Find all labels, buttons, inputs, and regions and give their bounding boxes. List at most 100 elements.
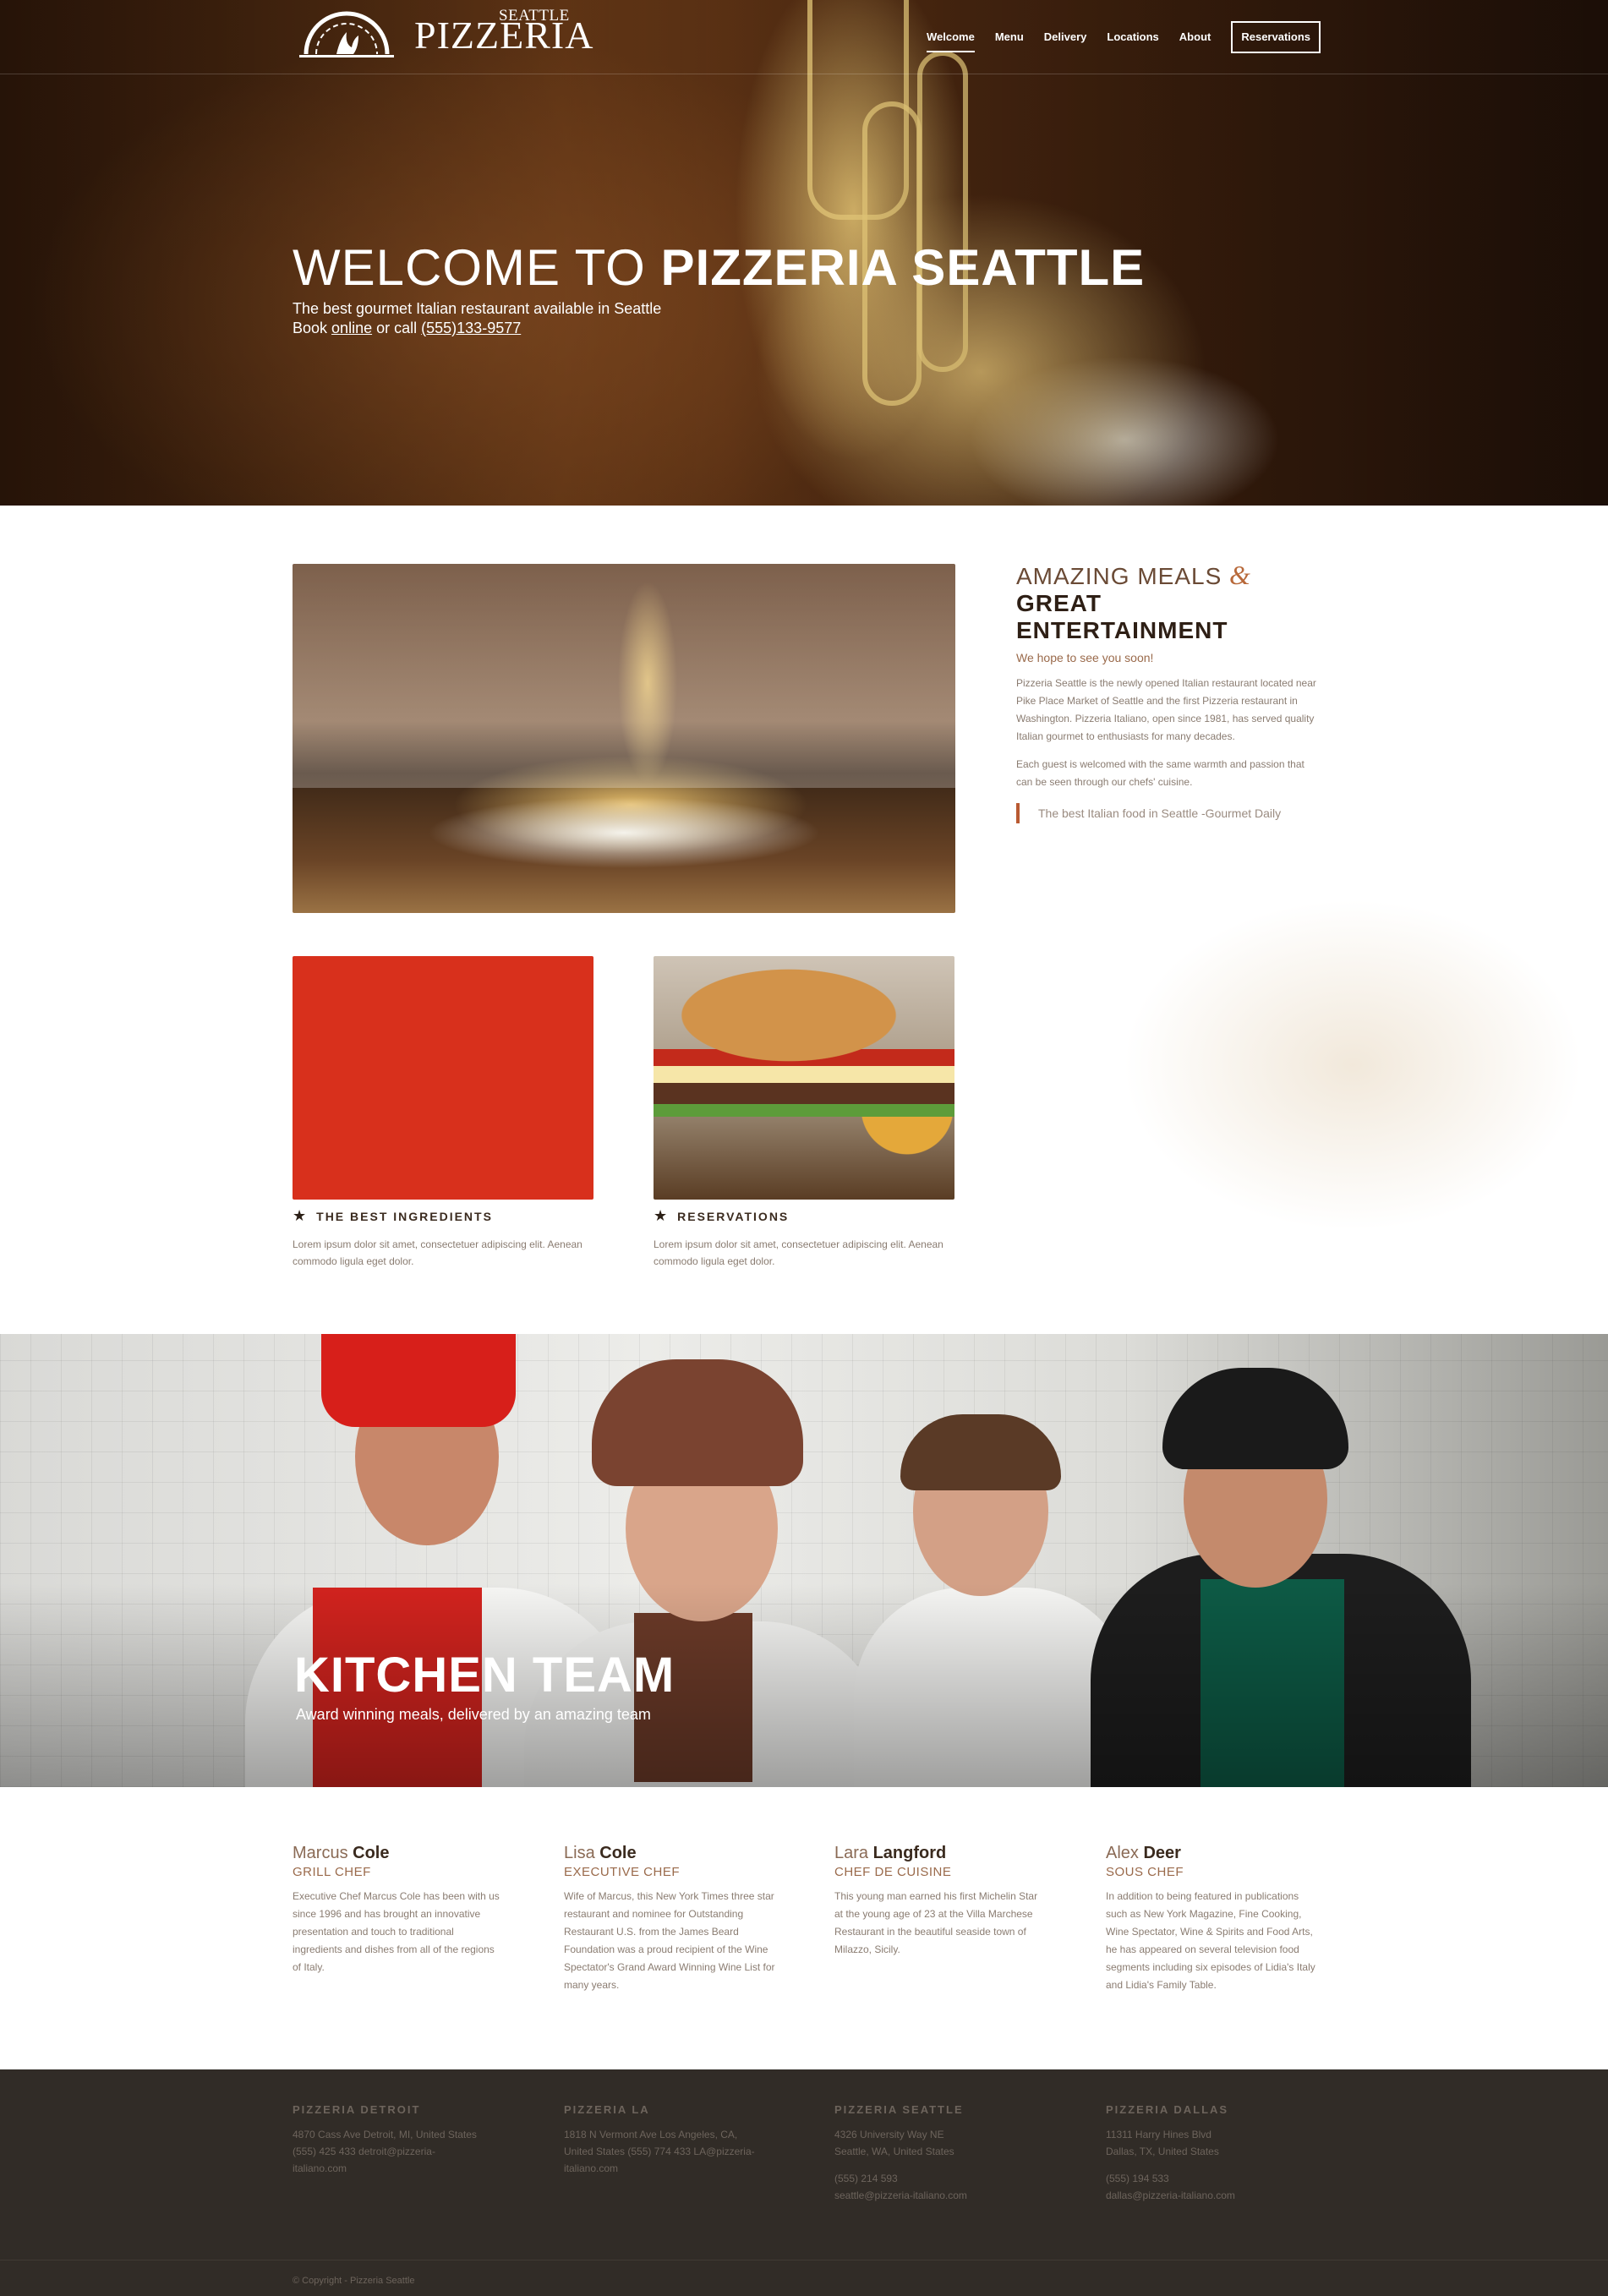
hero-booking-line: Book online or call (555)133-9577 <box>293 319 661 338</box>
team-title: KITCHEN TEAM <box>294 1647 675 1703</box>
location-details: 11311 Harry Hines Blvd Dallas, TX, Unite… <box>1106 2126 1317 2204</box>
about-quote: The best Italian food in Seattle -Gourme… <box>1016 803 1321 823</box>
staff-card: Alex Deer SOUS CHEF In addition to being… <box>1106 1843 1317 1994</box>
location-line: 1818 N Vermont Ave Los Angeles, CA, <box>564 2129 738 2140</box>
staff-last-name: Cole <box>599 1844 637 1862</box>
location-phone[interactable]: (555) 214 593 <box>834 2170 1046 2187</box>
location-line: Dallas, TX, United States <box>1106 2146 1219 2157</box>
pizza-photo <box>293 956 593 1200</box>
pasta-photo <box>293 564 955 913</box>
hero-banner: SEATTLE PIZZERIA Welcome Menu Delivery L… <box>0 0 1608 506</box>
staff-last-name: Cole <box>353 1844 390 1862</box>
feature-title: RESERVATIONS <box>677 1209 790 1223</box>
phone-link[interactable]: (555)133-9577 <box>421 320 521 336</box>
location-line: 4326 University Way NE <box>834 2129 944 2140</box>
burger-photo <box>654 956 954 1200</box>
about-title-light: AMAZING MEALS & <box>1016 561 1321 590</box>
site-header: SEATTLE PIZZERIA Welcome Menu Delivery L… <box>0 0 1608 74</box>
feature-text: Lorem ipsum dolor sit amet, consectetuer… <box>654 1238 943 1267</box>
location-dallas: PIZZERIA DALLAS 11311 Harry Hines Blvd D… <box>1106 2103 1317 2204</box>
about-title-light-text: AMAZING MEALS <box>1016 563 1222 589</box>
hero-title-bold: PIZZERIA SEATTLE <box>660 239 1146 296</box>
staff-name: Marcus Cole <box>293 1843 504 1863</box>
location-spacer <box>1106 2160 1317 2170</box>
logo-name-text: PIZZERIA <box>414 14 594 57</box>
about-block: AMAZING MEALS & GREAT ENTERTAINMENT We h… <box>1016 561 1321 823</box>
site-logo[interactable]: SEATTLE PIZZERIA <box>298 5 593 63</box>
staff-first-name: Marcus <box>293 1844 348 1862</box>
location-la: PIZZERIA LA 1818 N Vermont Ave Los Angel… <box>564 2103 775 2177</box>
staff-bio: Executive Chef Marcus Cole has been with… <box>293 1890 500 1973</box>
nav-locations[interactable]: Locations <box>1107 22 1158 52</box>
star-icon: ★ <box>654 1207 670 1224</box>
location-email[interactable]: dallas@pizzeria-italiano.com <box>1106 2187 1317 2204</box>
feature-text: Lorem ipsum dolor sit amet, consectetuer… <box>293 1238 582 1267</box>
pasta-photo-overlay <box>293 564 955 788</box>
location-line[interactable]: (555) 425 433 detroit@pizzeria- <box>293 2143 504 2160</box>
nav-menu[interactable]: Menu <box>995 22 1024 52</box>
about-paragraph: Each guest is welcomed with the same war… <box>1016 758 1304 788</box>
feature-reservations: ★ RESERVATIONS Lorem ipsum dolor sit ame… <box>654 1207 958 1270</box>
hero-title-light: WELCOME TO <box>293 239 646 296</box>
staff-bio: In addition to being featured in publica… <box>1106 1890 1315 1991</box>
staff-role: EXECUTIVE CHEF <box>564 1865 681 1879</box>
hero-title: WELCOME TO PIZZERIA SEATTLE <box>293 238 1145 297</box>
staff-name: Alex Deer <box>1106 1843 1317 1863</box>
oven-logo-icon <box>299 11 394 57</box>
ampersand: & <box>1229 560 1251 590</box>
staff-last-name: Deer <box>1143 1844 1181 1862</box>
location-spacer <box>834 2160 1046 2170</box>
book-mid: or call <box>376 320 418 336</box>
staff-card: Lisa Cole EXECUTIVE CHEF Wife of Marcus,… <box>564 1843 775 1994</box>
nav-about[interactable]: About <box>1179 22 1211 52</box>
location-name: PIZZERIA DETROIT <box>293 2103 421 2116</box>
team-title-light: KITCHEN <box>294 1648 518 1703</box>
location-name: PIZZERIA LA <box>564 2103 650 2116</box>
nav-welcome[interactable]: Welcome <box>927 22 975 52</box>
location-line: Seattle, WA, United States <box>834 2146 954 2157</box>
about-lead: We hope to see you soon! <box>1016 651 1154 664</box>
location-seattle: PIZZERIA SEATTLE 4326 University Way NE … <box>834 2103 1046 2204</box>
location-line: 4870 Cass Ave Detroit, MI, United States <box>293 2129 477 2140</box>
staff-name: Lara Langford <box>834 1843 1046 1863</box>
staff-first-name: Lisa <box>564 1844 595 1862</box>
staff-first-name: Alex <box>1106 1844 1139 1862</box>
feature-title: THE BEST INGREDIENTS <box>316 1209 493 1223</box>
staff-name: Lisa Cole <box>564 1843 775 1863</box>
location-detroit: PIZZERIA DETROIT 4870 Cass Ave Detroit, … <box>293 2103 504 2177</box>
location-name: PIZZERIA DALLAS <box>1106 2103 1229 2116</box>
staff-role: SOUS CHEF <box>1106 1865 1184 1879</box>
location-details: 4870 Cass Ave Detroit, MI, United States… <box>293 2126 504 2177</box>
nav-delivery[interactable]: Delivery <box>1044 22 1087 52</box>
location-details: 4326 University Way NE Seattle, WA, Unit… <box>834 2126 1046 2204</box>
feature-heading: ★ THE BEST INGREDIENTS <box>293 1207 597 1225</box>
intro-background-image <box>998 812 1608 1336</box>
staff-role: GRILL CHEF <box>293 1865 371 1879</box>
location-email[interactable]: seattle@pizzeria-italiano.com <box>834 2187 1046 2204</box>
book-prefix: Book <box>293 320 328 336</box>
feature-heading: ★ RESERVATIONS <box>654 1207 958 1225</box>
staff-card: Marcus Cole GRILL CHEF Executive Chef Ma… <box>293 1843 504 1976</box>
about-title-bold: GREAT ENTERTAINMENT <box>1016 590 1228 643</box>
location-line[interactable]: United States (555) 774 433 LA@pizzeria- <box>564 2143 775 2160</box>
location-line[interactable]: italiano.com <box>564 2160 775 2177</box>
team-overlay <box>0 1334 1608 1787</box>
staff-card: Lara Langford CHEF DE CUISINE This young… <box>834 1843 1046 1959</box>
copyright-text: © Copyright - Pizzeria Seattle <box>293 2276 415 2286</box>
hero-tagline: The best gourmet Italian restaurant avai… <box>293 300 662 317</box>
location-details: 1818 N Vermont Ave Los Angeles, CA, Unit… <box>564 2126 775 2177</box>
staff-first-name: Lara <box>834 1844 869 1862</box>
location-name: PIZZERIA SEATTLE <box>834 2103 964 2116</box>
about-paragraph: Pizzeria Seattle is the newly opened Ita… <box>1016 677 1316 742</box>
location-line: 11311 Harry Hines Blvd <box>1106 2129 1211 2140</box>
team-title-bold: TEAM <box>532 1648 675 1703</box>
location-phone[interactable]: (555) 194 533 <box>1106 2170 1317 2187</box>
hero-subtitle: The best gourmet Italian restaurant avai… <box>293 299 661 338</box>
reservations-button[interactable]: Reservations <box>1231 21 1321 53</box>
site-footer: PIZZERIA DETROIT 4870 Cass Ave Detroit, … <box>0 2069 1608 2296</box>
location-line[interactable]: italiano.com <box>293 2160 504 2177</box>
staff-last-name: Langford <box>872 1844 947 1862</box>
staff-bio: Wife of Marcus, this New York Times thre… <box>564 1890 775 1991</box>
main-nav: Welcome Menu Delivery Locations About Re… <box>927 20 1321 54</box>
book-online-link[interactable]: online <box>331 320 372 336</box>
